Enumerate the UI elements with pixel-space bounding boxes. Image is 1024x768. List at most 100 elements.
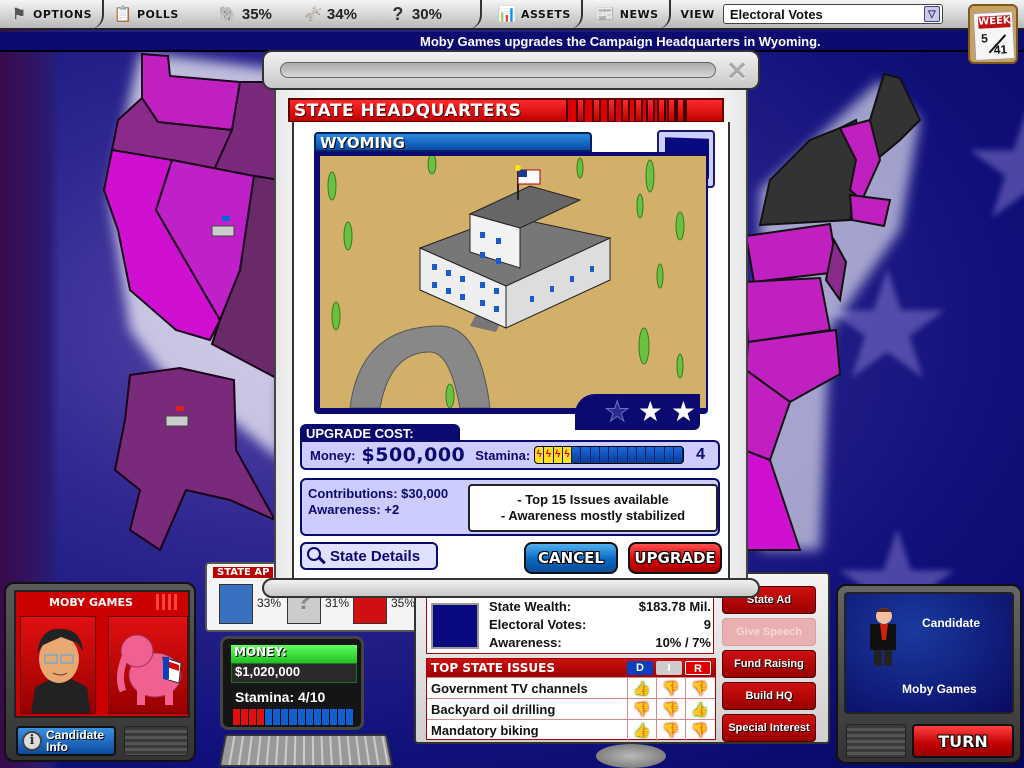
week-total: 41 [993,42,1008,58]
stamina-segment [673,447,684,463]
stamina-segment [655,447,665,463]
approval-value: 31% [325,596,350,610]
assets-label: ASSETS [520,7,571,21]
issue-row: Mandatory biking 👍 👎 👎 [427,719,715,741]
dialog-scroll-bottom [262,578,760,598]
candidate-info-label: Candidate Info [46,728,105,754]
poll-democrat-value: 34% [326,5,357,23]
hq-level-stars: ★ ★ ★ [574,394,700,430]
stamina-segment [289,709,297,725]
monitor-stand [596,744,666,768]
candidate-portrait [20,616,96,714]
upgrade-cost-label: UPGRADE COST: [306,426,414,441]
dialog-title-bar [280,62,716,78]
polls-menu[interactable]: 📋 POLLS [104,0,189,29]
lightning-icon: ϟ [544,447,554,463]
stamina-segment [233,709,241,725]
cancel-button[interactable]: CANCEL [524,542,618,574]
build-hq-button[interactable]: Build HQ [722,682,816,710]
state-actions: State Ad Give Speech Fund Raising Build HQ S… [722,586,816,746]
options-menu[interactable]: ⚑ OPTIONS [0,0,104,29]
approval-value: 33% [257,596,282,610]
contributions-benefit: Contributions: $30,000 [308,486,449,501]
lightning-icon: ϟ [535,447,545,463]
close-icon[interactable]: ✕ [724,58,750,84]
stamina-cost-value: 4 [696,446,706,463]
special-interest-button[interactable]: Special Interest [722,714,816,742]
candidate-screen: MOBY GAMES [14,590,190,718]
easel-chart-icon: 📊 [497,6,517,23]
dialog-header: STATE HEADQUARTERS [288,98,724,122]
stat-row: State Wealth: $183.78 Mil. [489,599,711,614]
upgrade-benefits: Contributions: $30,000 Awareness: +2 - T… [300,478,720,536]
give-speech-button[interactable]: Give Speech [722,618,816,646]
stamina-segment [636,447,647,463]
stamina-segment [249,709,257,725]
state-details-button[interactable]: State Details [300,542,438,570]
stamina-segment [241,709,249,725]
star-icon: ★ [670,396,696,427]
party-mascot [108,616,188,714]
lightning-icon: ϟ [562,447,573,463]
issue-rows: Government TV channels 👍 👎 👎 Backyard oil dr… [427,677,715,741]
stamina-text: Stamina: 4/10 [235,689,326,705]
thumbs-down-icon: 👎 [685,677,714,699]
candidate-info-button[interactable]: i Candidate Info [16,726,116,756]
stat-row: Electoral Votes: 9 [489,617,711,632]
issue-name: Backyard oil drilling [431,701,556,717]
assets-menu[interactable]: 📊 ASSETS [482,0,583,29]
stamina-segment [590,447,600,463]
stamina-segment [581,447,591,463]
end-turn-button[interactable]: TURN [912,724,1014,758]
issue-name: Government TV channels [431,680,588,696]
poll-democrat: 🫏 34% [282,0,367,29]
fund-raising-button[interactable]: Fund Raising [722,650,816,678]
state-massachusetts [848,193,892,228]
top-toolbar: ⚑ OPTIONS 📋 POLLS 🐘 35% 🫏 34% ? 30% 📊 AS… [0,0,1024,30]
stamina-segment [572,447,582,463]
turn-tv: Candidate Moby Games TURN [836,584,1022,764]
upgrade-button[interactable]: UPGRADE [628,542,722,574]
view-selected-value: Electoral Votes [729,6,823,22]
stamina-bar [233,709,353,725]
upgrade-note: - Top 15 Issues available [517,492,669,507]
stamina-segment [646,447,656,463]
news-ticker: Moby Games upgrades the Campaign Headqua… [0,32,1024,52]
week-label: WEEK [977,15,1011,29]
upgrade-cost-box: Money: $500,000 Stamina: ϟϟϟϟ 4 [300,440,720,470]
lightning-icon: ϟ [553,447,563,463]
hq-illustration-frame: ★ ★ ★ [314,152,708,430]
news-label: NEWS [619,7,659,21]
elephant-icon: 🐘 [218,6,238,23]
turn-name: Moby Games [902,682,977,696]
stamina-segment [337,709,345,725]
issues-title: TOP STATE ISSUES [431,661,555,675]
question-icon: ? [392,3,404,24]
dialog-title: STATE HEADQUARTERS [294,101,522,121]
decorative-stripes [156,594,177,610]
issues-header: TOP STATE ISSUES D I R [427,659,715,677]
dialog-scroll-top: ✕ [262,50,760,90]
stamina-segment [265,709,273,725]
upgrade-notes: - Top 15 Issues available - Awareness mo… [468,484,718,532]
stamina-segment [599,447,610,463]
view-select[interactable]: Electoral Votes ▽ [722,4,943,24]
search-icon [306,546,326,566]
stamina-segment [305,709,313,725]
turn-role: Candidate [922,616,981,630]
chevron-down-icon[interactable]: ▽ [923,6,940,22]
column-independent: I [656,661,682,675]
awareness-benefit: Awareness: +2 [308,502,400,517]
stamina-segment [329,709,337,725]
stamina-segment [627,447,637,463]
stamina-segment [281,709,289,725]
column-democrat: D [627,661,653,675]
column-republican: R [685,661,711,675]
news-menu[interactable]: 📰 NEWS [583,0,671,29]
laptop-keyboard [218,734,394,767]
money-label: MONEY: [231,645,357,663]
speaker-grille [124,726,188,756]
stamina-segment [321,709,329,725]
polls-label: POLLS [137,7,179,21]
issue-row: Government TV channels 👍 👎 👎 [427,677,715,699]
